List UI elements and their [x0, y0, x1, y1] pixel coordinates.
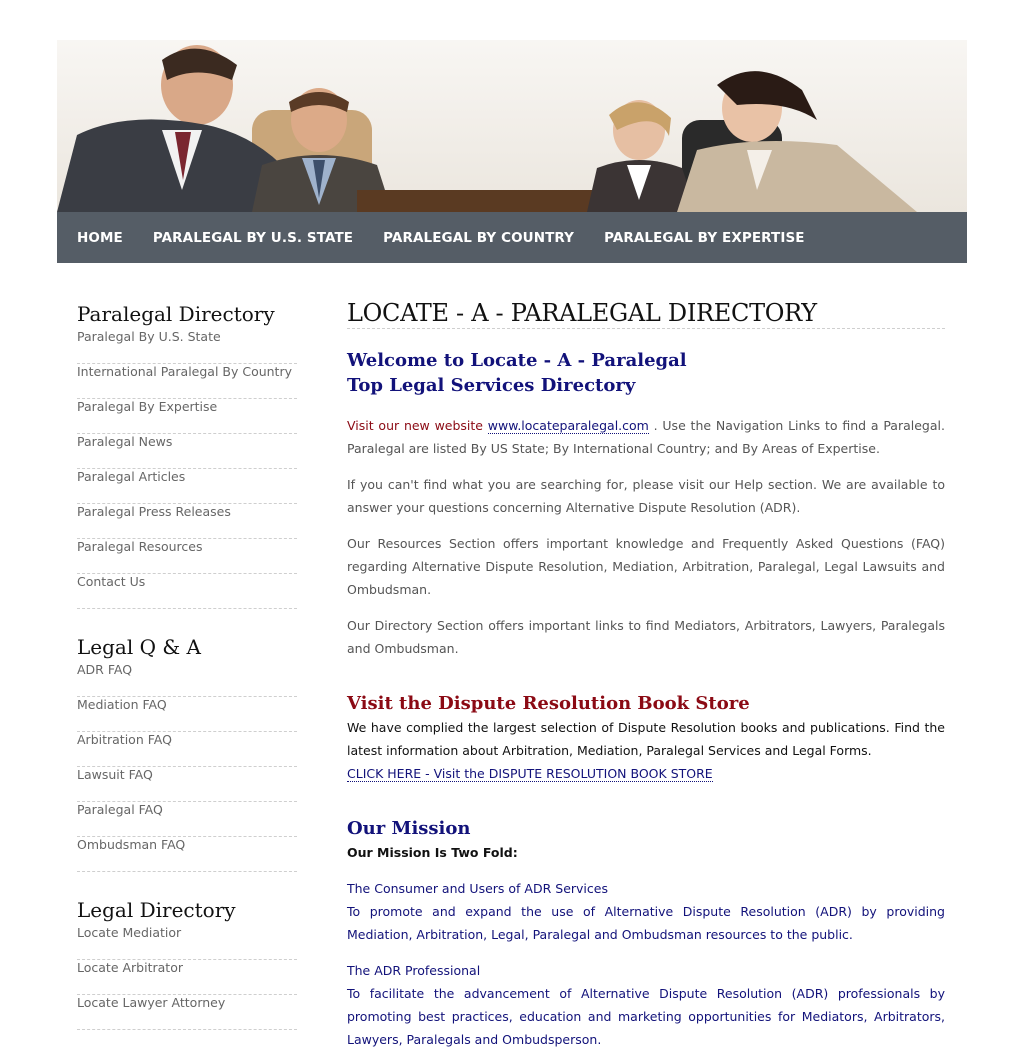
- sidebar-item-label: Locate Lawyer Attorney: [77, 995, 226, 1010]
- sidebar-item-locate-lawyer[interactable]: Locate Lawyer Attorney: [77, 995, 297, 1030]
- sidebar-group-title: Legal Directory: [77, 898, 236, 922]
- directory-paragraph: Our Directory Section offers important l…: [347, 618, 945, 656]
- sidebar-item-label: Paralegal FAQ: [77, 802, 163, 817]
- sidebar-item-label: Paralegal Press Releases: [77, 504, 231, 519]
- sidebar-item-label: Paralegal Articles: [77, 469, 186, 484]
- sidebar-item-label: International Paralegal By Country: [77, 364, 292, 379]
- sidebar-group-paralegal-directory: Paralegal Directory Paralegal By U.S. St…: [77, 302, 297, 609]
- sidebar-group-title: Legal Q & A: [77, 635, 201, 659]
- sidebar-item-label: Locate Arbitrator: [77, 960, 183, 975]
- sidebar-item-ombudsman-faq[interactable]: Ombudsman FAQ: [77, 837, 297, 872]
- header-banner-image: [57, 40, 967, 212]
- bookstore-paragraph: We have complied the largest selection o…: [347, 720, 945, 758]
- sidebar-link-list: ADR FAQ Mediation FAQ Arbitration FAQ La…: [77, 662, 297, 872]
- sidebar-group-legal-qa: Legal Q & A ADR FAQ Mediation FAQ Arbitr…: [77, 635, 297, 872]
- bookstore-link[interactable]: CLICK HERE - Visit the DISPUTE RESOLUTIO…: [347, 766, 713, 782]
- sidebar-item-arbitration-faq[interactable]: Arbitration FAQ: [77, 732, 297, 767]
- sidebar-item-label: Paralegal By U.S. State: [77, 329, 221, 344]
- sidebar-item-locate-arbitrator[interactable]: Locate Arbitrator: [77, 960, 297, 995]
- professional-title: The ADR Professional: [347, 963, 481, 978]
- office-meeting-illustration: [57, 40, 967, 212]
- sidebar-item-locate-mediator[interactable]: Locate Mediatior: [77, 925, 297, 960]
- nav-home-link[interactable]: HOME: [77, 230, 123, 246]
- resources-paragraph: Our Resources Section offers important k…: [347, 536, 945, 597]
- sidebar-item-label: Paralegal Resources: [77, 539, 203, 554]
- welcome-heading-line2: Top Legal Services Directory: [347, 375, 636, 396]
- sidebar-group-legal-directory: Legal Directory Locate Mediatior Locate …: [77, 898, 297, 1030]
- sidebar-item-paralegal-press-releases[interactable]: Paralegal Press Releases: [77, 504, 297, 539]
- sidebar-item-paralegal-by-state[interactable]: Paralegal By U.S. State: [77, 329, 297, 364]
- sidebar-item-lawsuit-faq[interactable]: Lawsuit FAQ: [77, 767, 297, 802]
- sidebar-item-label: Locate Mediatior: [77, 925, 182, 940]
- sidebar-item-paralegal-resources[interactable]: Paralegal Resources: [77, 539, 297, 574]
- nav-paralegal-by-expertise-link[interactable]: PARALEGAL BY EXPERTISE: [604, 230, 805, 246]
- nav-paralegal-by-state-link[interactable]: PARALEGAL BY U.S. STATE: [153, 230, 353, 246]
- professional-text: To facilitate the advancement of Alterna…: [347, 986, 945, 1047]
- sidebar-item-label: Lawsuit FAQ: [77, 767, 153, 782]
- bookstore-heading: Visit the Dispute Resolution Book Store: [347, 693, 750, 714]
- sidebar-item-label: Paralegal News: [77, 434, 173, 449]
- mission-heading: Our Mission: [347, 818, 471, 839]
- sidebar-item-label: Arbitration FAQ: [77, 732, 172, 747]
- consumer-text: To promote and expand the use of Alterna…: [347, 904, 945, 942]
- sidebar: Paralegal Directory Paralegal By U.S. St…: [77, 302, 297, 1056]
- sidebar-item-paralegal-faq[interactable]: Paralegal FAQ: [77, 802, 297, 837]
- visit-prefix-text: Visit our new website: [347, 418, 483, 433]
- website-link[interactable]: www.locateparalegal.com: [487, 418, 649, 434]
- sidebar-item-label: ADR FAQ: [77, 662, 133, 677]
- help-paragraph: If you can't find what you are searching…: [347, 477, 945, 515]
- sidebar-item-mediation-faq[interactable]: Mediation FAQ: [77, 697, 297, 732]
- sidebar-item-paralegal-by-expertise[interactable]: Paralegal By Expertise: [77, 399, 297, 434]
- sidebar-item-paralegal-articles[interactable]: Paralegal Articles: [77, 469, 297, 504]
- page-title: LOCATE - A - PARALEGAL DIRECTORY: [347, 301, 945, 329]
- sidebar-item-international-paralegal[interactable]: International Paralegal By Country: [77, 364, 297, 399]
- intro-paragraph: Visit our new website www.locateparalega…: [347, 414, 945, 460]
- sidebar-item-label: Ombudsman FAQ: [77, 837, 186, 852]
- sidebar-item-label: Mediation FAQ: [77, 697, 167, 712]
- nav-paralegal-by-country-link[interactable]: PARALEGAL BY COUNTRY: [383, 230, 574, 246]
- sidebar-item-contact-us[interactable]: Contact Us: [77, 574, 297, 609]
- sidebar-item-label: Contact Us: [77, 574, 146, 589]
- top-navigation-bar: HOME PARALEGAL BY U.S. STATE PARALEGAL B…: [57, 212, 967, 263]
- sidebar-link-list: Locate Mediatior Locate Arbitrator Locat…: [77, 925, 297, 1030]
- mission-subheading: Our Mission Is Two Fold:: [347, 845, 518, 860]
- consumer-title: The Consumer and Users of ADR Services: [347, 881, 608, 896]
- sidebar-link-list: Paralegal By U.S. State International Pa…: [77, 329, 297, 609]
- welcome-heading: Welcome to Locate - A - Paralegal Top Le…: [347, 348, 945, 398]
- sidebar-item-adr-faq[interactable]: ADR FAQ: [77, 662, 297, 697]
- sidebar-item-label: Paralegal By Expertise: [77, 399, 218, 414]
- main-content: LOCATE - A - PARALEGAL DIRECTORY Welcome…: [347, 301, 945, 1051]
- welcome-heading-line1: Welcome to Locate - A - Paralegal: [347, 350, 687, 371]
- sidebar-group-title: Paralegal Directory: [77, 302, 275, 326]
- page-wrapper: HOME PARALEGAL BY U.S. STATE PARALEGAL B…: [57, 40, 967, 263]
- sidebar-item-paralegal-news[interactable]: Paralegal News: [77, 434, 297, 469]
